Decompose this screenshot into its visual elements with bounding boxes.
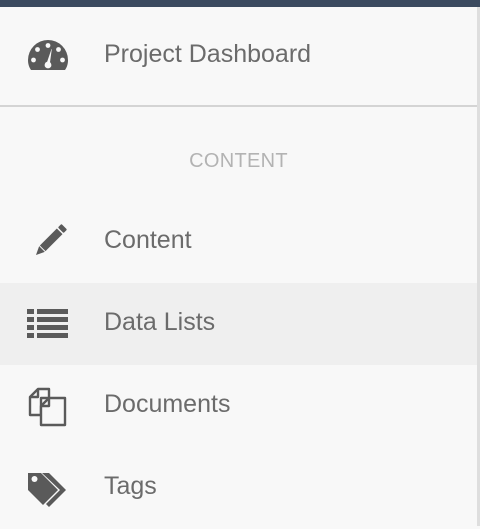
- sidebar-item-documents[interactable]: Documents: [0, 365, 477, 447]
- list-icon: [26, 302, 70, 346]
- sidebar-divider: [0, 105, 477, 107]
- sidebar-item-tags[interactable]: Tags: [0, 447, 477, 529]
- sidebar-item-content[interactable]: Content: [0, 201, 477, 283]
- sidebar-item-label: Tags: [104, 472, 157, 500]
- top-bar: [0, 0, 480, 7]
- dashboard-gauge-icon: [26, 34, 70, 78]
- tags-icon: [26, 467, 70, 511]
- documents-icon: [26, 385, 70, 429]
- sidebar-item-project-dashboard[interactable]: Project Dashboard: [0, 7, 477, 105]
- sidebar-item-label: Content: [104, 226, 192, 254]
- sidebar-item-data-lists[interactable]: Data Lists: [0, 283, 477, 365]
- section-header: CONTENT: [189, 150, 288, 172]
- sidebar-item-label: Project Dashboard: [104, 40, 312, 68]
- sidebar-item-label: Data Lists: [104, 308, 216, 336]
- sidebar-item-label: Documents: [104, 390, 231, 418]
- pencil-icon: [26, 221, 70, 265]
